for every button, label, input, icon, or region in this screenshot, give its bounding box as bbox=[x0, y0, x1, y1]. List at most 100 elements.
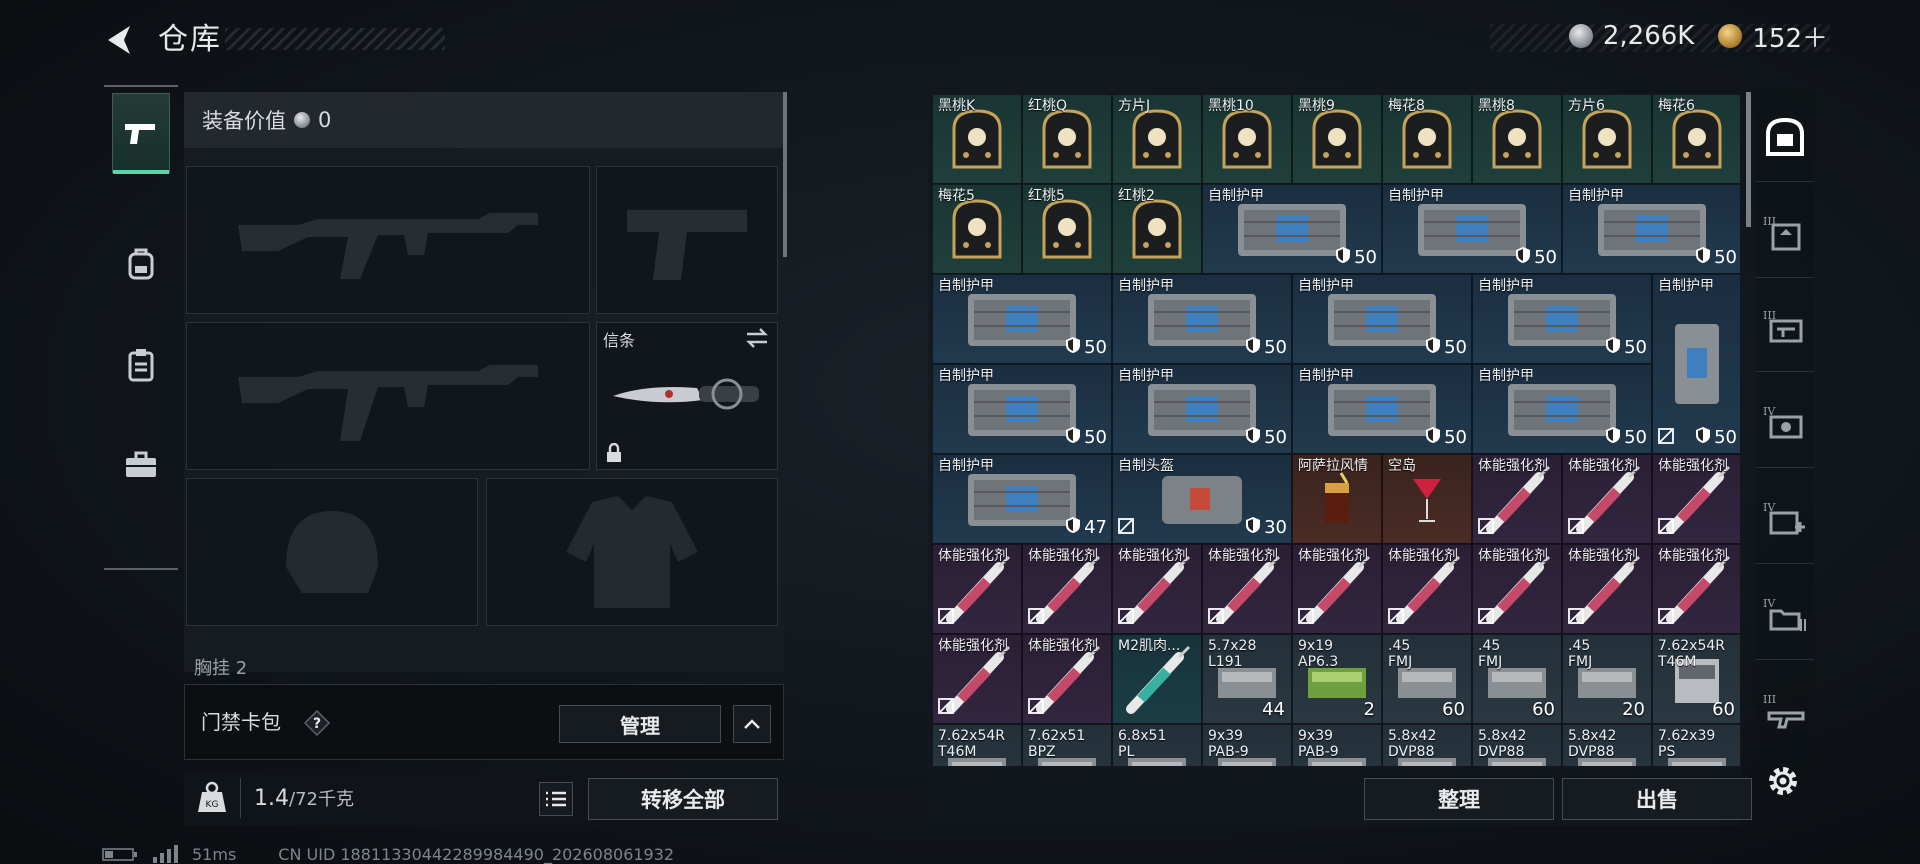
durability-badge: 50 bbox=[1245, 336, 1287, 359]
inventory-item[interactable]: 9x39 PAB-9 bbox=[1202, 724, 1292, 766]
equipment-value-header: 装备价值 0 bbox=[184, 92, 784, 148]
inventory-item[interactable]: 自制护甲 50 bbox=[1292, 364, 1472, 454]
unbound-icon bbox=[1658, 608, 1674, 628]
gold-coin-amount[interactable]: 152＋ bbox=[1752, 18, 1828, 55]
inventory-item[interactable]: 体能强化剂 bbox=[1202, 544, 1292, 634]
inventory-item[interactable]: 梅花5 bbox=[932, 184, 1022, 274]
sidearm-slot[interactable] bbox=[596, 166, 778, 314]
rail-item-misc[interactable]: III bbox=[1756, 666, 1814, 756]
inventory-item[interactable]: 体能强化剂 bbox=[1022, 634, 1112, 724]
collapse-button[interactable] bbox=[733, 705, 771, 743]
inventory-item[interactable]: 7.62x51 BPZ bbox=[1022, 724, 1112, 766]
body-armor-slot[interactable] bbox=[486, 478, 778, 626]
inventory-item[interactable]: 方片6 bbox=[1562, 94, 1652, 184]
inventory-item[interactable]: 7.62x54R T46M bbox=[932, 724, 1022, 766]
item-name: 方片J bbox=[1118, 98, 1151, 114]
inventory-item[interactable]: 5.8x42 DVP88 bbox=[1472, 724, 1562, 766]
durability-value: 50 bbox=[1624, 427, 1647, 448]
back-button[interactable] bbox=[100, 20, 140, 60]
rail-item-weapons[interactable]: III bbox=[1756, 282, 1814, 372]
inventory-item[interactable]: 体能强化剂 bbox=[1562, 544, 1652, 634]
tab-backpack[interactable] bbox=[112, 225, 170, 305]
inventory-item[interactable]: 空岛 bbox=[1382, 454, 1472, 544]
melee-slot[interactable]: 信条 bbox=[596, 322, 778, 470]
inventory-item[interactable]: 体能强化剂 bbox=[1472, 454, 1562, 544]
inventory-item[interactable]: 黑桃10 bbox=[1202, 94, 1292, 184]
inventory-item[interactable]: 7.62x39 PS bbox=[1652, 724, 1740, 766]
inventory-item[interactable]: 自制护甲 50 bbox=[1292, 274, 1472, 364]
inventory-item[interactable]: 阿萨拉风情 bbox=[1292, 454, 1382, 544]
rail-item-collectibles[interactable]: IV bbox=[1756, 570, 1814, 660]
primary-weapon-slot[interactable] bbox=[186, 166, 590, 314]
inventory-item[interactable]: 红桃5 bbox=[1022, 184, 1112, 274]
inventory-item[interactable]: 体能强化剂 bbox=[1022, 544, 1112, 634]
inventory-item[interactable]: 体能强化剂 bbox=[932, 544, 1022, 634]
item-name: 9x19 AP6.3 bbox=[1298, 638, 1339, 670]
secondary-weapon-slot[interactable] bbox=[186, 322, 590, 470]
item-subname: DVP88 bbox=[1388, 744, 1435, 760]
inventory-item[interactable]: 体能强化剂 bbox=[1292, 544, 1382, 634]
inventory-item[interactable]: 自制护甲 50 bbox=[1652, 274, 1740, 454]
inventory-item[interactable]: 自制护甲 50 bbox=[1562, 184, 1740, 274]
item-name: 黑桃8 bbox=[1478, 98, 1515, 114]
item-name: .45 FMJ bbox=[1478, 638, 1503, 670]
inventory-item[interactable]: 梅花8 bbox=[1382, 94, 1472, 184]
rail-item-equipment[interactable]: IV bbox=[1756, 378, 1814, 468]
inventory-item[interactable]: 自制护甲 50 bbox=[932, 274, 1112, 364]
inventory-item[interactable]: 5.7x28 L191 44 bbox=[1202, 634, 1292, 724]
rail-item-safe-box[interactable] bbox=[1756, 92, 1814, 182]
inventory-item[interactable]: 自制护甲 50 bbox=[1112, 274, 1292, 364]
tab-case[interactable] bbox=[112, 425, 170, 505]
tab-weapons[interactable] bbox=[112, 93, 170, 174]
inventory-item[interactable]: 红桃Q bbox=[1022, 94, 1112, 184]
inventory-item[interactable]: 自制护甲 50 bbox=[932, 364, 1112, 454]
inventory-item[interactable]: 6.8x51 PL bbox=[1112, 724, 1202, 766]
inventory-item[interactable]: 体能强化剂 bbox=[1562, 454, 1652, 544]
inventory-item[interactable]: 自制头盔 30 bbox=[1112, 454, 1292, 544]
list-view-button[interactable] bbox=[539, 782, 573, 816]
inventory-item[interactable]: 体能强化剂 bbox=[1652, 454, 1740, 544]
inventory-item[interactable]: 自制护甲 50 bbox=[1112, 364, 1292, 454]
pistol-icon bbox=[125, 124, 155, 144]
item-count: 44 bbox=[1262, 699, 1285, 720]
rail-item-backpacks[interactable]: III bbox=[1756, 188, 1814, 278]
inventory-item[interactable]: 自制护甲 50 bbox=[1472, 364, 1652, 454]
inventory-item[interactable]: 5.8x42 DVP88 bbox=[1562, 724, 1652, 766]
inventory-item[interactable]: 9x19 AP6.3 2 bbox=[1292, 634, 1382, 724]
inventory-item[interactable]: 体能强化剂 bbox=[1652, 544, 1740, 634]
inventory-item[interactable]: 梅花6 bbox=[1652, 94, 1740, 184]
help-icon[interactable]: ? bbox=[303, 709, 331, 737]
inventory-item[interactable]: 方片J bbox=[1112, 94, 1202, 184]
inventory-item[interactable]: 黑桃8 bbox=[1472, 94, 1562, 184]
inventory-item[interactable]: 体能强化剂 bbox=[1382, 544, 1472, 634]
inventory-item[interactable]: 自制护甲 50 bbox=[1202, 184, 1382, 274]
tab-chest-rig[interactable] bbox=[112, 325, 170, 405]
inventory-item[interactable]: .45 FMJ 60 bbox=[1472, 634, 1562, 724]
inventory-item[interactable]: 7.62x54R T46M 60 bbox=[1652, 634, 1740, 724]
equipment-scrollbar[interactable] bbox=[783, 92, 787, 257]
inventory-item[interactable]: 自制护甲 50 bbox=[1382, 184, 1562, 274]
helmet-slot[interactable] bbox=[186, 478, 478, 626]
inventory-item[interactable]: 黑桃K bbox=[932, 94, 1022, 184]
inventory-item[interactable]: 体能强化剂 bbox=[1472, 544, 1562, 634]
sort-button[interactable]: 整理 bbox=[1364, 778, 1554, 820]
inventory-item[interactable]: 5.8x42 DVP88 bbox=[1382, 724, 1472, 766]
durability-value: 50 bbox=[1084, 427, 1107, 448]
item-name: M2肌肉... bbox=[1118, 638, 1181, 654]
inventory-item[interactable]: .45 FMJ 20 bbox=[1562, 634, 1652, 724]
inventory-item[interactable]: 红桃2 bbox=[1112, 184, 1202, 274]
inventory-item[interactable]: M2肌肉... bbox=[1112, 634, 1202, 724]
inventory-item[interactable]: 体能强化剂 bbox=[1112, 544, 1202, 634]
inventory-item[interactable]: .45 FMJ 60 bbox=[1382, 634, 1472, 724]
transfer-all-button[interactable]: 转移全部 bbox=[588, 778, 778, 820]
rail-item-medical[interactable]: IV bbox=[1756, 474, 1814, 564]
settings-button[interactable] bbox=[1765, 763, 1801, 799]
inventory-item[interactable]: 体能强化剂 bbox=[932, 634, 1022, 724]
warehouse-scrollbar[interactable] bbox=[1746, 92, 1751, 227]
sell-button[interactable]: 出售 bbox=[1562, 778, 1752, 820]
inventory-item[interactable]: 9x39 PAB-9 bbox=[1292, 724, 1382, 766]
inventory-item[interactable]: 自制护甲 50 bbox=[1472, 274, 1652, 364]
manage-button[interactable]: 管理 bbox=[559, 705, 721, 743]
inventory-item[interactable]: 自制护甲 47 bbox=[932, 454, 1112, 544]
inventory-item[interactable]: 黑桃9 bbox=[1292, 94, 1382, 184]
